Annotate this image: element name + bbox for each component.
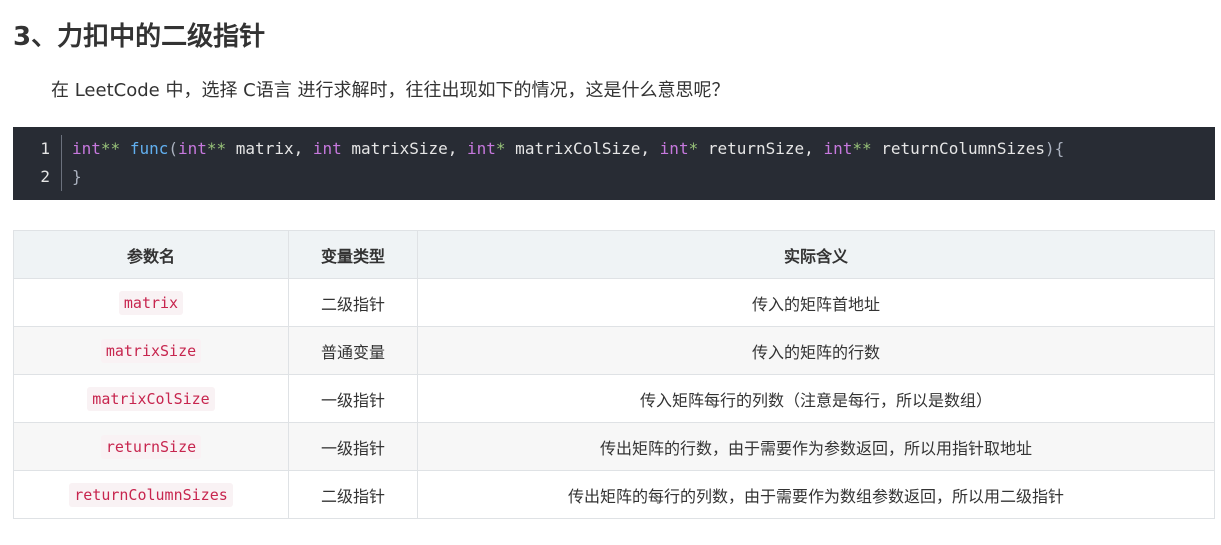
- intro-paragraph: 在 LeetCode 中，选择 C语言 进行求解时，往往出现如下的情况，这是什么…: [51, 80, 730, 101]
- code-block[interactable]: 1 int** func(int** matrix, int matrixSiz…: [13, 127, 1215, 200]
- table-row: returnColumnSizes 二级指针 传出矩阵的每行的列数，由于需要作为…: [13, 470, 1215, 519]
- param-name-cell: matrixSize: [13, 326, 289, 375]
- code-line-text: int** func(int** matrix, int matrixSize,…: [72, 135, 1064, 163]
- param-name-cell: returnColumnSizes: [13, 470, 289, 519]
- header-meaning: 实际含义: [417, 230, 1215, 279]
- header-var-type: 变量类型: [288, 230, 418, 279]
- code-punctuation: ){: [1045, 139, 1065, 158]
- code-line-text: }: [72, 163, 82, 191]
- meaning-cell: 传出矩阵的行数，由于需要作为参数返回，所以用指针取地址: [417, 422, 1215, 471]
- code-keyword: int: [312, 139, 342, 158]
- meaning-cell: 传出矩阵的每行的列数，由于需要作为数组参数返回，所以用二级指针: [417, 470, 1215, 519]
- code-keyword: int: [177, 139, 207, 158]
- code-line: 1 int** func(int** matrix, int matrixSiz…: [13, 135, 1215, 163]
- var-type-cell: 二级指针: [288, 470, 418, 519]
- code-keyword: int: [659, 139, 689, 158]
- code-operator: **: [100, 139, 121, 158]
- param-name-code: matrixSize: [100, 339, 202, 363]
- code-operator: **: [206, 139, 227, 158]
- table-row: matrix 二级指针 传入的矩阵首地址: [13, 278, 1215, 327]
- code-operator: **: [852, 139, 872, 158]
- code-line: 2 }: [13, 163, 1215, 191]
- code-punctuation: (: [168, 139, 178, 158]
- code-operator: *: [688, 139, 699, 158]
- table-row: matrixColSize 一级指针 传入矩阵每行的列数（注意是每行，所以是数组…: [13, 374, 1215, 423]
- code-operator: *: [495, 139, 506, 158]
- code-keyword: int: [467, 139, 496, 158]
- code-keyword: int: [823, 139, 853, 158]
- param-name-code: matrixColSize: [87, 387, 215, 411]
- param-name-cell: matrixColSize: [13, 374, 289, 423]
- table-row: matrixSize 普通变量 传入的矩阵的行数: [13, 326, 1215, 375]
- var-type-cell: 一级指针: [288, 374, 418, 423]
- code-plain: returnSize,: [698, 139, 824, 158]
- code-plain: matrixSize,: [341, 139, 467, 158]
- header-param-name: 参数名: [13, 230, 289, 279]
- param-name-cell: returnSize: [13, 422, 289, 471]
- meaning-cell: 传入矩阵每行的列数（注意是每行，所以是数组）: [417, 374, 1215, 423]
- meaning-cell: 传入的矩阵首地址: [417, 278, 1215, 327]
- param-name-code: returnSize: [100, 435, 202, 459]
- param-name-cell: matrix: [13, 278, 289, 327]
- code-plain: returnColumnSizes: [871, 139, 1046, 158]
- var-type-cell: 普通变量: [288, 326, 418, 375]
- table-row: returnSize 一级指针 传出矩阵的行数，由于需要作为参数返回，所以用指针…: [13, 422, 1215, 471]
- gutter-divider: [61, 135, 62, 163]
- gutter-divider: [61, 163, 62, 191]
- param-name-code: returnColumnSizes: [69, 483, 233, 507]
- line-number: 2: [40, 167, 50, 186]
- var-type-cell: 一级指针: [288, 422, 418, 471]
- line-number: 1: [40, 139, 50, 158]
- code-punctuation: }: [72, 167, 82, 186]
- var-type-cell: 二级指针: [288, 278, 418, 327]
- param-name-code: matrix: [118, 291, 184, 315]
- code-function: func: [129, 139, 169, 158]
- code-plain: matrix,: [226, 139, 313, 158]
- section-heading: 3、力扣中的二级指针: [13, 22, 266, 52]
- code-plain: matrixColSize,: [505, 139, 660, 158]
- table-header-row: 参数名 变量类型 实际含义: [13, 230, 1215, 279]
- code-keyword: int: [72, 139, 101, 158]
- parameter-table: 参数名 变量类型 实际含义 matrix 二级指针 传入的矩阵首地址 matri…: [13, 230, 1215, 519]
- code-plain: [120, 139, 130, 158]
- meaning-cell: 传入的矩阵的行数: [417, 326, 1215, 375]
